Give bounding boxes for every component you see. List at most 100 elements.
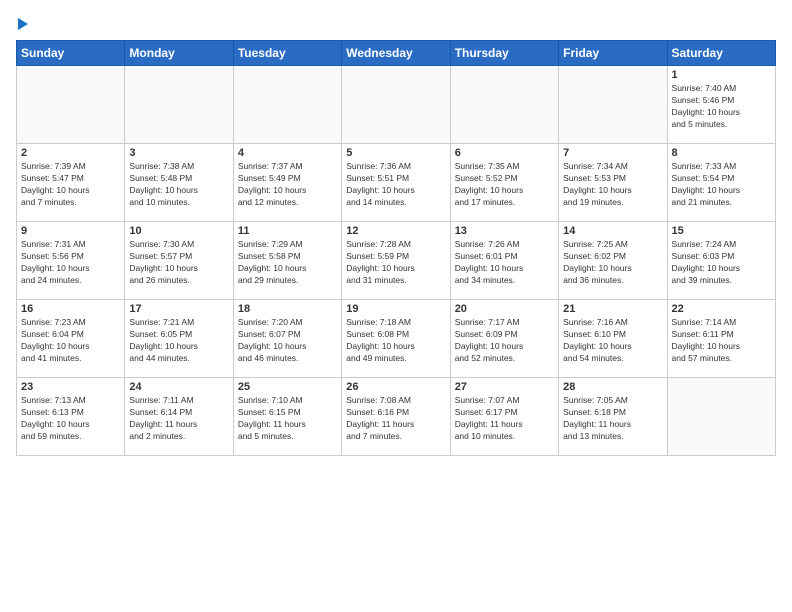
day-number: 17	[129, 303, 228, 315]
day-cell: 9 Sunrise: 7:31 AM Sunset: 5:56 PM Daylig…	[17, 222, 125, 300]
day-info: Sunrise: 7:18 AM Sunset: 6:08 PM Dayligh…	[346, 317, 445, 365]
day-info: Sunrise: 7:11 AM Sunset: 6:14 PM Dayligh…	[129, 395, 228, 443]
day-number: 20	[455, 303, 554, 315]
day-number: 26	[346, 381, 445, 393]
weekday-sunday: Sunday	[17, 41, 125, 66]
day-cell: 7 Sunrise: 7:34 AM Sunset: 5:53 PM Daylig…	[559, 144, 667, 222]
day-number: 10	[129, 225, 228, 237]
day-info: Sunrise: 7:39 AM Sunset: 5:47 PM Dayligh…	[21, 161, 120, 209]
day-info: Sunrise: 7:25 AM Sunset: 6:02 PM Dayligh…	[563, 239, 662, 287]
day-info: Sunrise: 7:28 AM Sunset: 5:59 PM Dayligh…	[346, 239, 445, 287]
day-cell: 25Sunrise: 7:10 AM Sunset: 6:15 PM Dayli…	[233, 378, 341, 456]
day-number: 14	[563, 225, 662, 237]
day-number: 28	[563, 381, 662, 393]
logo-arrow-icon	[18, 18, 28, 30]
day-cell: 3 Sunrise: 7:38 AM Sunset: 5:48 PM Daylig…	[125, 144, 233, 222]
day-number: 13	[455, 225, 554, 237]
week-row-2: 9 Sunrise: 7:31 AM Sunset: 5:56 PM Daylig…	[17, 222, 776, 300]
weekday-wednesday: Wednesday	[342, 41, 450, 66]
day-cell	[125, 66, 233, 144]
day-cell	[342, 66, 450, 144]
header	[16, 16, 776, 30]
day-number: 12	[346, 225, 445, 237]
weekday-header-row: SundayMondayTuesdayWednesdayThursdayFrid…	[17, 41, 776, 66]
day-number: 21	[563, 303, 662, 315]
day-info: Sunrise: 7:16 AM Sunset: 6:10 PM Dayligh…	[563, 317, 662, 365]
day-number: 7	[563, 147, 662, 159]
day-number: 8	[672, 147, 771, 159]
day-number: 9	[21, 225, 120, 237]
day-number: 22	[672, 303, 771, 315]
day-info: Sunrise: 7:20 AM Sunset: 6:07 PM Dayligh…	[238, 317, 337, 365]
day-info: Sunrise: 7:36 AM Sunset: 5:51 PM Dayligh…	[346, 161, 445, 209]
day-cell	[450, 66, 558, 144]
day-cell	[559, 66, 667, 144]
day-info: Sunrise: 7:38 AM Sunset: 5:48 PM Dayligh…	[129, 161, 228, 209]
day-cell: 5 Sunrise: 7:36 AM Sunset: 5:51 PM Daylig…	[342, 144, 450, 222]
day-cell: 27Sunrise: 7:07 AM Sunset: 6:17 PM Dayli…	[450, 378, 558, 456]
day-info: Sunrise: 7:29 AM Sunset: 5:58 PM Dayligh…	[238, 239, 337, 287]
day-number: 25	[238, 381, 337, 393]
day-info: Sunrise: 7:17 AM Sunset: 6:09 PM Dayligh…	[455, 317, 554, 365]
day-cell: 20 Sunrise: 7:17 AM Sunset: 6:09 PM Dayli…	[450, 300, 558, 378]
day-info: Sunrise: 7:21 AM Sunset: 6:05 PM Dayligh…	[129, 317, 228, 365]
day-number: 15	[672, 225, 771, 237]
day-info: Sunrise: 7:23 AM Sunset: 6:04 PM Dayligh…	[21, 317, 120, 365]
day-info: Sunrise: 7:24 AM Sunset: 6:03 PM Dayligh…	[672, 239, 771, 287]
day-number: 11	[238, 225, 337, 237]
day-cell: 2 Sunrise: 7:39 AM Sunset: 5:47 PM Daylig…	[17, 144, 125, 222]
day-info: Sunrise: 7:35 AM Sunset: 5:52 PM Dayligh…	[455, 161, 554, 209]
day-cell	[17, 66, 125, 144]
weekday-tuesday: Tuesday	[233, 41, 341, 66]
day-number: 1	[672, 69, 771, 81]
day-cell: 13 Sunrise: 7:26 AM Sunset: 6:01 PM Dayli…	[450, 222, 558, 300]
day-info: Sunrise: 7:31 AM Sunset: 5:56 PM Dayligh…	[21, 239, 120, 287]
day-number: 16	[21, 303, 120, 315]
day-cell: 17 Sunrise: 7:21 AM Sunset: 6:05 PM Dayli…	[125, 300, 233, 378]
day-number: 4	[238, 147, 337, 159]
day-cell: 19 Sunrise: 7:18 AM Sunset: 6:08 PM Dayli…	[342, 300, 450, 378]
day-info: Sunrise: 7:13 AM Sunset: 6:13 PM Dayligh…	[21, 395, 120, 443]
day-cell: 1Sunrise: 7:40 AM Sunset: 5:46 PM Daylig…	[667, 66, 775, 144]
day-number: 2	[21, 147, 120, 159]
day-cell: 4 Sunrise: 7:37 AM Sunset: 5:49 PM Daylig…	[233, 144, 341, 222]
day-info: Sunrise: 7:34 AM Sunset: 5:53 PM Dayligh…	[563, 161, 662, 209]
day-number: 19	[346, 303, 445, 315]
day-cell: 16 Sunrise: 7:23 AM Sunset: 6:04 PM Dayli…	[17, 300, 125, 378]
day-info: Sunrise: 7:37 AM Sunset: 5:49 PM Dayligh…	[238, 161, 337, 209]
logo	[16, 16, 28, 30]
day-number: 18	[238, 303, 337, 315]
day-number: 23	[21, 381, 120, 393]
day-info: Sunrise: 7:30 AM Sunset: 5:57 PM Dayligh…	[129, 239, 228, 287]
day-info: Sunrise: 7:05 AM Sunset: 6:18 PM Dayligh…	[563, 395, 662, 443]
day-cell: 18 Sunrise: 7:20 AM Sunset: 6:07 PM Dayli…	[233, 300, 341, 378]
day-number: 3	[129, 147, 228, 159]
day-cell: 15 Sunrise: 7:24 AM Sunset: 6:03 PM Dayli…	[667, 222, 775, 300]
day-cell: 22 Sunrise: 7:14 AM Sunset: 6:11 PM Dayli…	[667, 300, 775, 378]
day-cell	[667, 378, 775, 456]
day-info: Sunrise: 7:33 AM Sunset: 5:54 PM Dayligh…	[672, 161, 771, 209]
day-info: Sunrise: 7:26 AM Sunset: 6:01 PM Dayligh…	[455, 239, 554, 287]
day-cell: 26Sunrise: 7:08 AM Sunset: 6:16 PM Dayli…	[342, 378, 450, 456]
day-cell: 11 Sunrise: 7:29 AM Sunset: 5:58 PM Dayli…	[233, 222, 341, 300]
week-row-0: 1Sunrise: 7:40 AM Sunset: 5:46 PM Daylig…	[17, 66, 776, 144]
day-info: Sunrise: 7:14 AM Sunset: 6:11 PM Dayligh…	[672, 317, 771, 365]
weekday-friday: Friday	[559, 41, 667, 66]
day-cell: 6Sunrise: 7:35 AM Sunset: 5:52 PM Daylig…	[450, 144, 558, 222]
day-cell: 14 Sunrise: 7:25 AM Sunset: 6:02 PM Dayli…	[559, 222, 667, 300]
day-cell: 23 Sunrise: 7:13 AM Sunset: 6:13 PM Dayli…	[17, 378, 125, 456]
day-cell: 21 Sunrise: 7:16 AM Sunset: 6:10 PM Dayli…	[559, 300, 667, 378]
weekday-thursday: Thursday	[450, 41, 558, 66]
week-row-1: 2 Sunrise: 7:39 AM Sunset: 5:47 PM Daylig…	[17, 144, 776, 222]
day-cell: 8 Sunrise: 7:33 AM Sunset: 5:54 PM Daylig…	[667, 144, 775, 222]
day-number: 5	[346, 147, 445, 159]
day-cell: 12 Sunrise: 7:28 AM Sunset: 5:59 PM Dayli…	[342, 222, 450, 300]
calendar-table: SundayMondayTuesdayWednesdayThursdayFrid…	[16, 40, 776, 456]
day-cell	[233, 66, 341, 144]
day-cell: 10 Sunrise: 7:30 AM Sunset: 5:57 PM Dayli…	[125, 222, 233, 300]
week-row-4: 23 Sunrise: 7:13 AM Sunset: 6:13 PM Dayli…	[17, 378, 776, 456]
day-info: Sunrise: 7:07 AM Sunset: 6:17 PM Dayligh…	[455, 395, 554, 443]
day-number: 24	[129, 381, 228, 393]
day-cell: 24 Sunrise: 7:11 AM Sunset: 6:14 PM Dayli…	[125, 378, 233, 456]
page: SundayMondayTuesdayWednesdayThursdayFrid…	[0, 0, 792, 466]
